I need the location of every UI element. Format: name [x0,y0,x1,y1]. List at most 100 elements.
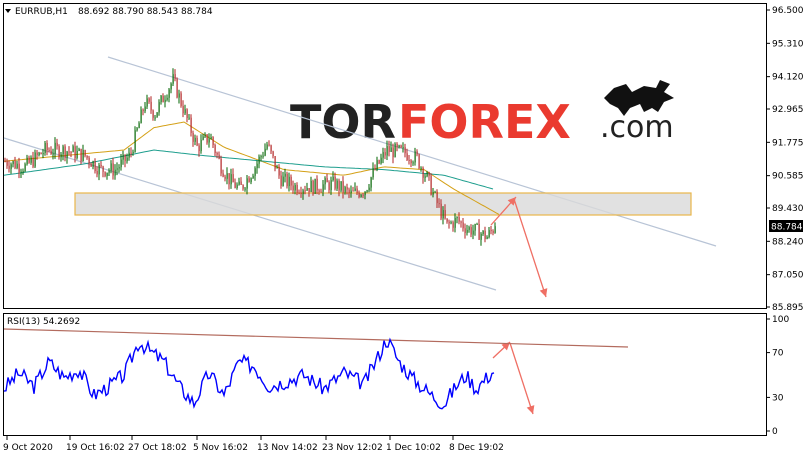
candle-body [130,152,132,154]
candle-body [64,146,66,158]
ohlc-values: 88.692 88.790 88.543 88.784 [78,7,213,17]
candle-body [250,178,252,183]
candle-body [128,152,130,158]
candle-body [74,146,76,159]
candle-body [450,222,452,224]
price-tick-label: 94.120 [772,73,804,83]
candle-body [144,106,146,112]
rsi-forecast-down-arrow-head [526,405,535,414]
rsi-indicator-label: RSI(13) 54.2692 [7,317,80,327]
candle-body [200,139,202,152]
candle-body [4,161,6,163]
candle-body [368,187,370,191]
candle-body [236,184,238,188]
candle-body [160,95,162,103]
candle-body [252,175,254,179]
candle-body [186,109,188,118]
candle-body [8,165,10,169]
candle-body [178,93,180,98]
candle-body [342,181,344,193]
candle-body [462,222,464,229]
candle-body [98,165,100,175]
candle-body [392,147,394,158]
candle-body [210,137,212,140]
candle-body [382,152,384,158]
candle-body [278,166,280,176]
candle-body [16,163,18,169]
candle-body [158,102,160,113]
candle-body [122,154,124,160]
candle-body [86,155,88,158]
candle-body [18,163,20,173]
candle-body [292,185,294,191]
candle-body [50,150,52,155]
candle-body [404,147,406,154]
candle-body [196,137,198,146]
candle-body [272,151,274,156]
candle-body [476,223,478,225]
candle-body [238,181,240,185]
candle-body [348,189,350,194]
chart-canvas: EURRUB,H1 88.692 88.790 88.543 88.784 TO… [3,3,804,453]
candle-body [202,136,204,140]
candle-body [88,157,90,164]
candle-body [360,194,362,197]
price-tick-label: 88.240 [772,237,804,247]
candle-body [490,230,492,232]
candle-body [298,192,300,194]
candle-body [346,187,348,190]
candle-body [162,95,164,103]
rsi-tick-label: 100 [772,315,789,325]
candle-body [422,167,424,178]
candle-body [256,163,258,169]
candle-body [452,222,454,228]
candle-body [276,166,278,169]
candle-body [320,191,322,193]
candle-body [52,153,54,155]
candle-body [142,109,144,112]
candle-body [208,139,210,143]
candle-body [6,161,8,166]
candle-body [426,172,428,177]
candle-body [20,171,22,173]
candle-body [100,165,102,167]
candle-body [408,160,410,161]
channel-lines [3,56,717,291]
candle-body [472,230,474,235]
candle-body [294,185,296,191]
time-tick-label: 27 Oct 18:02 [128,443,187,453]
candle-body [336,180,338,189]
torforex-watermark: TOR FOREX .com [290,80,674,149]
price-tick-label: 91.775 [772,138,804,148]
candle-body [416,151,418,155]
candle-body [364,191,366,196]
candle-body [266,144,268,149]
price-tick-label: 92.965 [772,105,804,115]
candle-body [284,173,286,177]
candle-body [334,176,336,189]
candle-body [314,178,316,194]
candle-body [478,223,480,240]
price-tick-label: 96.500 [772,6,804,16]
candle-body [428,172,430,176]
rsi-tick-label: 30 [772,393,784,403]
candle-body [344,187,346,193]
watermark-brand-part2: FOREX [398,95,571,149]
candle-body [322,184,324,192]
candle-body [76,150,78,159]
candle-body [222,173,224,177]
rsi-forecast-down-arrow [509,342,534,415]
candle-body [30,157,32,163]
candle-body [440,203,442,219]
candle-body [262,155,264,157]
candle-body [270,145,272,152]
candle-body [438,203,440,205]
candle-body [350,190,352,194]
candle-body [470,227,472,235]
candle-body [38,152,40,156]
candle-body [354,188,356,191]
candle-body [434,191,436,193]
candle-body [396,143,398,148]
price-tick-label: 87.050 [772,271,804,281]
dropdown-arrow-icon[interactable] [5,9,11,13]
